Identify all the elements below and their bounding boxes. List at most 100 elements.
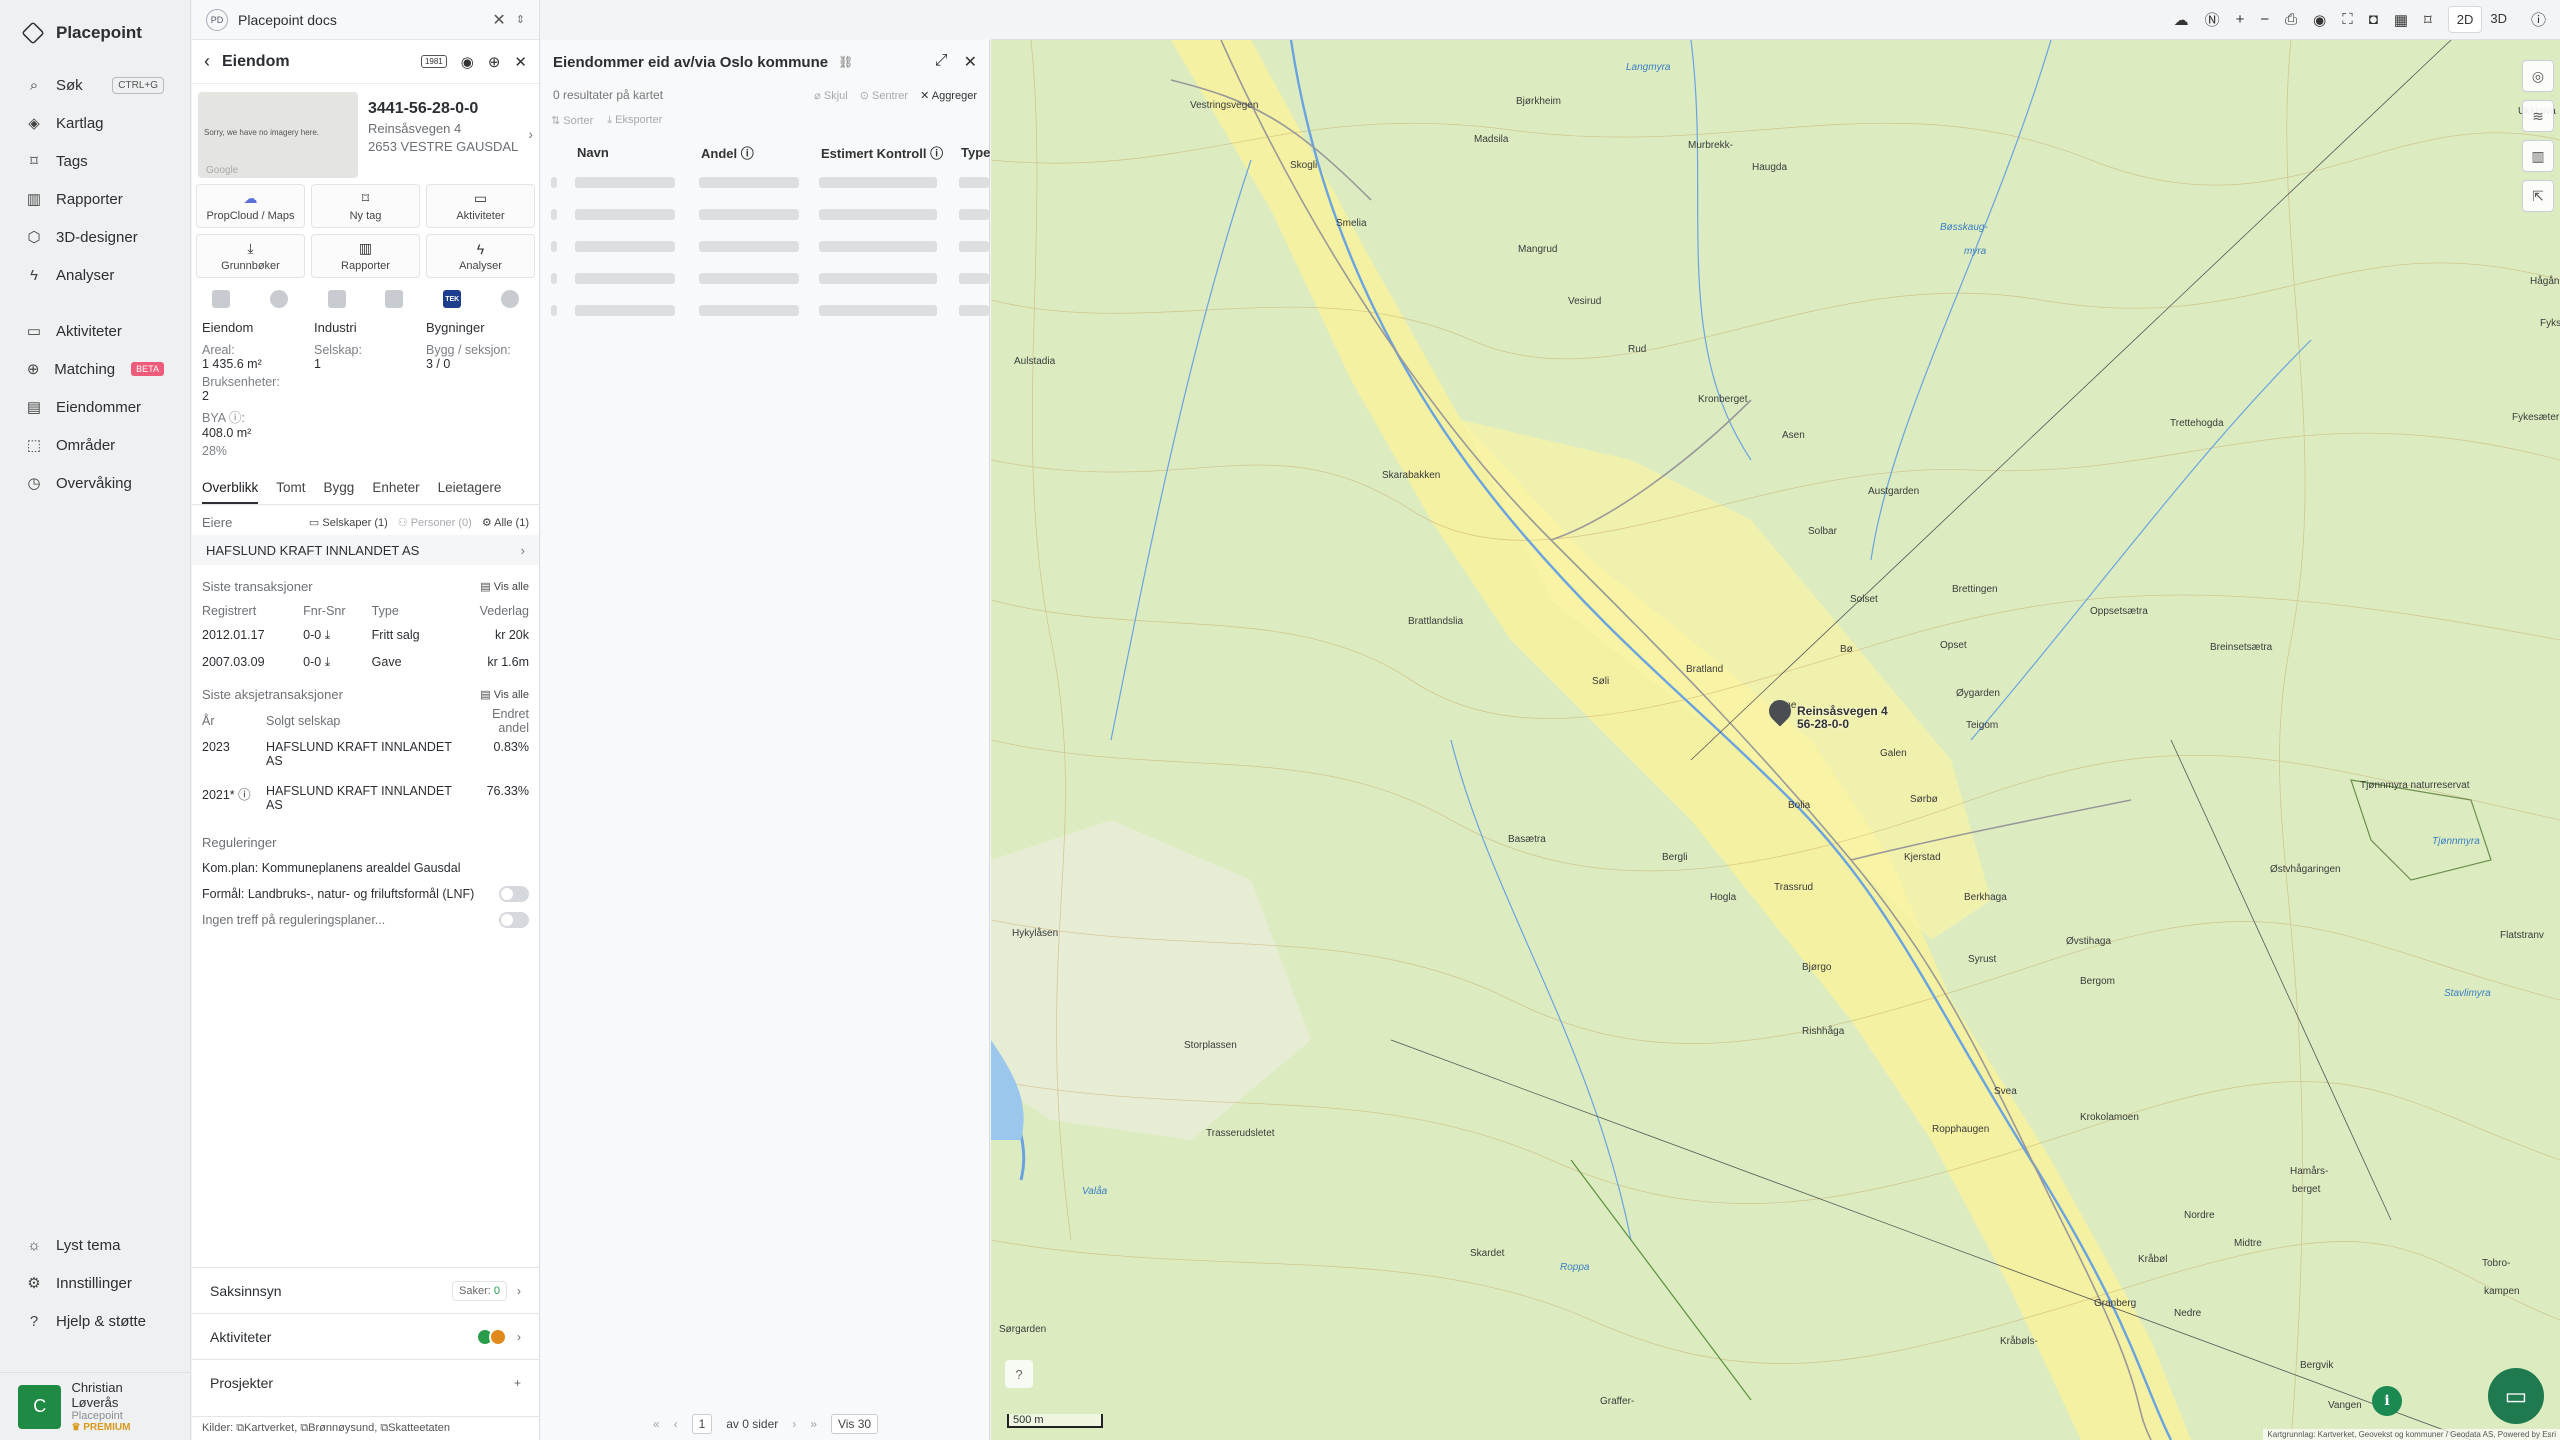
show-all-transactions[interactable]: ▤ Vis alle [480, 580, 529, 593]
chevron-updown-icon[interactable]: ⇕ [516, 13, 525, 26]
aggregate-button[interactable]: ✕ Aggreger [920, 89, 977, 102]
column-header[interactable]: Estimert Kontroll ⓘ [807, 143, 947, 162]
building-layer-icon[interactable] [211, 290, 230, 308]
eye-icon[interactable]: ◉ [461, 53, 474, 71]
table-row[interactable]: 2021* ⓘ HAFSLUND KRAFT INNLANDET AS 76.3… [202, 779, 529, 823]
map-measure-icon[interactable]: ⇱ [2522, 180, 2554, 212]
year-badge[interactable]: 1981 [420, 55, 447, 68]
next-page-icon[interactable]: › [792, 1417, 796, 1431]
expand-icon[interactable]: ⤢ [935, 52, 948, 72]
filter-persons[interactable]: ⚇ Personer (0) [398, 516, 472, 529]
export-button[interactable]: ⤓ Eksporter [607, 114, 662, 127]
column-header[interactable]: Navn [563, 145, 687, 160]
zoom-out-icon[interactable]: − [2260, 11, 2269, 28]
compass-icon[interactable]: Ⓝ [2205, 9, 2220, 30]
nav-item-settings[interactable]: ⚙ Innstillinger [0, 1264, 190, 1302]
sort-button[interactable]: ⇅ Sorter [551, 114, 593, 127]
tab-enheter[interactable]: Enheter [372, 474, 419, 504]
page-input[interactable]: 1 [691, 1414, 713, 1434]
purpose-toggle[interactable] [499, 886, 529, 902]
nav-item-eiendommer[interactable]: ▤ Eiendommer [0, 388, 190, 426]
map-canvas[interactable]: BardsløstuguaLangmyraVestringsvegenBjørk… [991, 40, 2560, 1440]
map-chart-icon[interactable]: ▥ [2522, 140, 2554, 172]
info-icon[interactable]: ⓘ [2531, 9, 2546, 30]
map-stack-icon[interactable]: ≋ [2522, 100, 2554, 132]
table-row[interactable]: 2007.03.09 0-0 ⤓ Gave kr 1.6m [202, 650, 529, 677]
bookmark-icon[interactable]: ⌑ [2424, 11, 2432, 29]
map-place-label: Sørbø [1910, 794, 1938, 805]
home-layer-icon[interactable] [501, 290, 520, 308]
page-size-select[interactable]: Vis 30 [830, 1414, 879, 1434]
close-icon[interactable]: ✕ [492, 10, 505, 30]
nav-item-aktiviteter[interactable]: ▭ Aktiviteter [0, 312, 190, 350]
mode-2d-button[interactable]: 2D [2447, 6, 2483, 33]
land-registry-button[interactable]: ⤓ Grunnbøker [196, 234, 305, 278]
show-all-share-tx[interactable]: ▤ Vis alle [480, 688, 529, 701]
reports-button[interactable]: ▥ Rapporter [311, 234, 420, 278]
column-header[interactable]: Andel ⓘ [687, 143, 807, 162]
bars-layer-icon[interactable] [385, 290, 404, 308]
analyses-button[interactable]: ϟ Analyser [426, 234, 535, 278]
nav-item-overvaking[interactable]: ◷ Overvåking [0, 464, 190, 502]
hide-button[interactable]: ⌀ Skjul [814, 89, 848, 102]
regplan-toggle[interactable] [499, 912, 529, 928]
prev-page-icon[interactable]: ‹ [674, 1417, 678, 1431]
owner-row[interactable]: HAFSLUND KRAFT INNLANDET AS › [192, 535, 539, 565]
nav-item-matching[interactable]: ⊕ Matching BETA [0, 350, 190, 388]
new-tag-button[interactable]: ⌑ Ny tag [311, 184, 420, 228]
zoom-in-icon[interactable]: + [2236, 11, 2245, 28]
tab-bygg[interactable]: Bygg [324, 474, 355, 504]
user-profile[interactable]: C Christian Løverås Placepoint ♛ PREMIUM [0, 1372, 190, 1440]
first-page-icon[interactable]: « [653, 1417, 660, 1431]
workspace-selector[interactable]: PD Placepoint docs ✕ ⇕ [192, 0, 539, 40]
info-icon[interactable]: i [2372, 1386, 2402, 1416]
eye-icon[interactable]: ◉ [2313, 11, 2326, 29]
nav-item-rapporter[interactable]: ▥ Rapporter [0, 180, 190, 218]
table-row[interactable]: 2012.01.17 0-0 ⤓ Fritt salg kr 20k [202, 623, 529, 650]
crosshair-icon[interactable]: ⊕ [488, 53, 501, 71]
nav-item-theme[interactable]: ☼ Lyst tema [0, 1226, 190, 1264]
back-arrow-icon[interactable]: ‹ [204, 51, 210, 72]
plus-icon[interactable]: + [514, 1376, 521, 1390]
tab-overblikk[interactable]: Overblikk [202, 474, 259, 504]
propcloud-button[interactable]: ☁ PropCloud / Maps [196, 184, 305, 228]
nav-item-help[interactable]: ? Hjelp & støtte [0, 1302, 190, 1340]
last-page-icon[interactable]: » [810, 1417, 817, 1431]
help-icon[interactable]: ? [1005, 1360, 1033, 1388]
prosjekter-section[interactable]: Prosjekter + [192, 1359, 539, 1405]
column-header[interactable]: Type [947, 145, 990, 160]
map-layer-icon[interactable]: ◎ [2522, 60, 2554, 92]
nav-item-omrader[interactable]: ⬚ Områder [0, 426, 190, 464]
activities-button[interactable]: ▭ Aktiviteter [426, 184, 535, 228]
chevron-right-icon[interactable]: › [528, 126, 533, 142]
mode-3d-button[interactable]: 3D [2482, 6, 2515, 33]
filter-all[interactable]: ⚙ Alle (1) [482, 516, 529, 529]
industry-layer-icon[interactable] [327, 290, 346, 308]
tab-tomt[interactable]: Tomt [276, 474, 305, 504]
property-summary[interactable]: Sorry, we have no imagery here. Google 3… [192, 84, 539, 184]
saksinnsyn-section[interactable]: Saksinnsyn Saker: 0 › [192, 1267, 539, 1313]
nav-item-3d-designer[interactable]: ⬡ 3D-designer [0, 218, 190, 256]
tek-layer-icon[interactable]: TEK [443, 290, 462, 308]
table-row[interactable]: 2023 HAFSLUND KRAFT INNLANDET AS 0.83% [202, 735, 529, 779]
fullscreen-icon[interactable]: ⛶ [2342, 11, 2353, 28]
link-icon[interactable]: ⛓ [838, 55, 853, 69]
brand[interactable]: Placepoint [0, 0, 190, 66]
nav-item-tags[interactable]: ⌑ Tags [0, 142, 190, 180]
chat-support-icon[interactable]: ▭ [2488, 1368, 2544, 1424]
nav-item-sok[interactable]: ⌕ Søk CTRL+G [0, 66, 190, 104]
fact-value: 3 / 0 [426, 357, 451, 371]
grid-icon[interactable]: ▦ [2394, 11, 2408, 29]
globe-layer-icon[interactable] [269, 290, 288, 308]
center-button[interactable]: ⊙ Sentrer [860, 89, 908, 102]
weather-icon[interactable]: ☁ [2174, 11, 2189, 29]
close-panel-icon[interactable]: ✕ [514, 53, 527, 71]
aktiviteter-section[interactable]: Aktiviteter › [192, 1313, 539, 1359]
print-icon[interactable]: ⎙ [2285, 11, 2297, 28]
nav-item-analyser[interactable]: ϟ Analyser [0, 256, 190, 294]
filter-companies[interactable]: ▭ Selskaper (1) [309, 516, 388, 529]
camera-icon[interactable]: ◘ [2369, 11, 2378, 28]
tab-leietagere[interactable]: Leietagere [438, 474, 502, 504]
nav-item-kartlag[interactable]: ◈ Kartlag [0, 104, 190, 142]
close-list-icon[interactable]: ✕ [964, 52, 977, 72]
